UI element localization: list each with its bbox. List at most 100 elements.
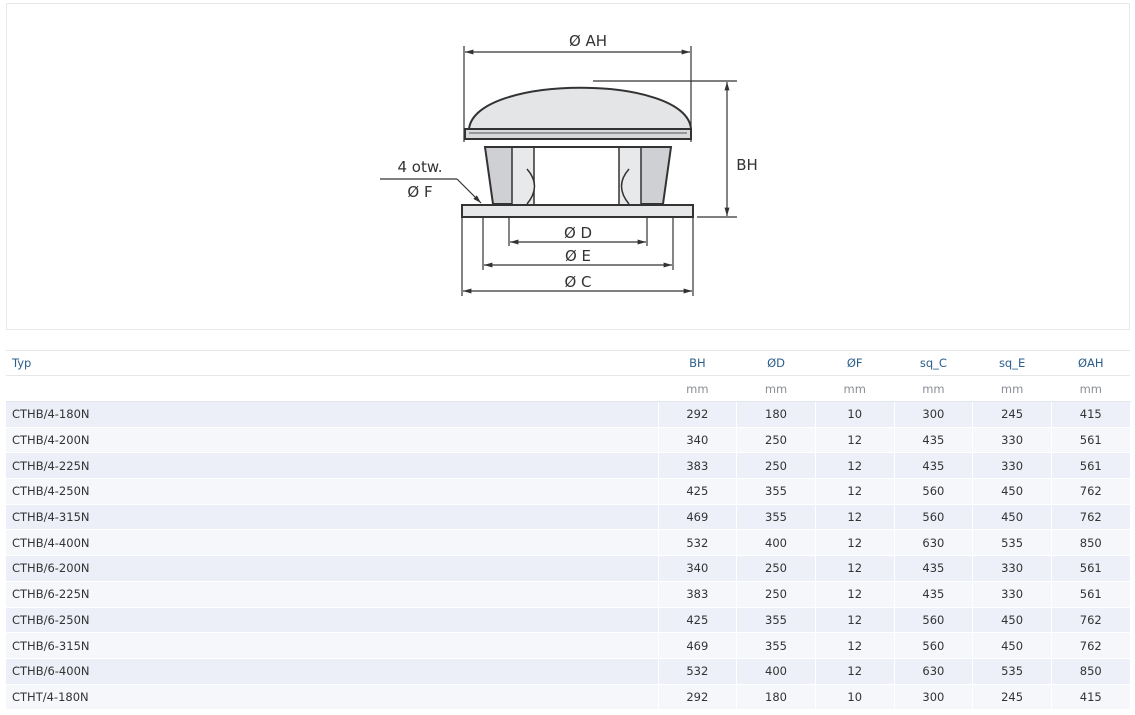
table-row: CTHB/6-250N 425 355 12 560 450 762 [6, 607, 1131, 634]
cell-f: 12 [815, 504, 895, 531]
cell-ah: 762 [1051, 504, 1131, 531]
cell-d: 180 [736, 401, 816, 428]
cell-sq-c: 630 [894, 658, 974, 685]
roof-fan-dimension-drawing: Ø AH BH 4 otw. Ø F Ø D Ø E Ø C [380, 32, 758, 296]
cell-typ: CTHT/4-180N [6, 684, 659, 711]
cell-sq-c: 560 [894, 607, 974, 634]
cell-bh: 383 [658, 452, 738, 480]
cell-sq-c: 435 [894, 581, 974, 608]
table-row: CTHB/6-315N 469 355 12 560 450 762 [6, 632, 1131, 659]
cell-typ: CTHB/4-180N [6, 401, 659, 428]
cell-sq-e: 245 [972, 401, 1052, 428]
cell-ah: 762 [1051, 478, 1131, 505]
cell-ah: 561 [1051, 452, 1131, 480]
dimensions-table: Typ BH ØD ØF sq_C sq_E ØAH mm mm mm mm m… [6, 350, 1131, 711]
cell-d: 400 [736, 529, 816, 557]
cell-sq-c: 435 [894, 452, 974, 480]
label-diameter-c: Ø C [564, 273, 591, 291]
cell-sq-c: 435 [894, 555, 974, 582]
cell-sq-e: 330 [972, 555, 1052, 582]
table-body: CTHB/4-180N 292 180 10 300 245 415 CTHB/4-200N 3… [6, 401, 1131, 711]
technical-drawing-panel: Ø AH BH 4 otw. Ø F Ø D Ø E Ø C [6, 3, 1130, 330]
cell-typ: CTHB/6-315N [6, 632, 659, 659]
cell-f: 12 [815, 529, 895, 557]
cell-bh: 340 [658, 555, 738, 582]
unit-sq-e: mm [972, 375, 1052, 402]
unit-ah: mm [1051, 375, 1131, 402]
cell-sq-c: 630 [894, 529, 974, 557]
cell-d: 400 [736, 658, 816, 685]
cell-sq-e: 245 [972, 684, 1052, 711]
header-ah: ØAH [1051, 350, 1131, 376]
cell-f: 12 [815, 452, 895, 480]
cell-bh: 340 [658, 427, 738, 454]
table-row: CTHB/4-200N 340 250 12 435 330 561 [6, 427, 1131, 454]
cell-sq-e: 535 [972, 529, 1052, 557]
cell-ah: 762 [1051, 632, 1131, 659]
cell-ah: 415 [1051, 401, 1131, 428]
cell-ah: 561 [1051, 427, 1131, 454]
cell-d: 355 [736, 504, 816, 531]
unit-sq-c: mm [894, 375, 973, 402]
table-row: CTHT/4-180N 292 180 10 300 245 415 [6, 684, 1131, 711]
cell-sq-c: 560 [894, 504, 974, 531]
cell-typ: CTHB/4-400N [6, 529, 659, 557]
cell-ah: 561 [1051, 581, 1131, 608]
header-sq-c: sq_C [894, 350, 973, 376]
cell-typ: CTHB/6-250N [6, 607, 659, 634]
cell-sq-c: 560 [894, 632, 974, 659]
cell-bh: 292 [658, 684, 738, 711]
cell-typ: CTHB/6-225N [6, 581, 659, 608]
cell-sq-c: 300 [894, 684, 974, 711]
cell-f: 12 [815, 658, 895, 685]
unit-typ [6, 375, 658, 402]
cell-bh: 532 [658, 529, 738, 557]
cell-ah: 762 [1051, 607, 1131, 634]
cell-sq-e: 450 [972, 504, 1052, 531]
cell-sq-c: 435 [894, 427, 974, 454]
cell-d: 250 [736, 452, 816, 480]
unit-bh: mm [658, 375, 737, 402]
cell-f: 12 [815, 581, 895, 608]
cell-sq-e: 450 [972, 632, 1052, 659]
cell-f: 12 [815, 555, 895, 582]
cell-f: 12 [815, 427, 895, 454]
table-row: CTHB/4-400N 532 400 12 630 535 850 [6, 529, 1131, 557]
label-diameter-ah: Ø AH [569, 32, 607, 50]
cell-f: 12 [815, 632, 895, 659]
cell-f: 12 [815, 478, 895, 505]
table-row: CTHB/6-200N 340 250 12 435 330 561 [6, 555, 1131, 582]
label-height-bh: BH [736, 156, 758, 174]
cell-d: 355 [736, 632, 816, 659]
cell-d: 355 [736, 478, 816, 505]
table-row: CTHB/4-250N 425 355 12 560 450 762 [6, 478, 1131, 505]
cell-sq-e: 535 [972, 658, 1052, 685]
cell-ah: 561 [1051, 555, 1131, 582]
cell-typ: CTHB/4-250N [6, 478, 659, 505]
header-sq-e: sq_E [972, 350, 1052, 376]
unit-d: mm [736, 375, 816, 402]
cell-sq-e: 450 [972, 478, 1052, 505]
cell-f: 10 [815, 401, 895, 428]
label-diameter-d: Ø D [564, 224, 592, 242]
table-row: CTHB/4-180N 292 180 10 300 245 415 [6, 401, 1131, 428]
cell-ah: 415 [1051, 684, 1131, 711]
cell-ah: 850 [1051, 658, 1131, 685]
cell-bh: 425 [658, 607, 738, 634]
cell-d: 355 [736, 607, 816, 634]
table-row: CTHB/4-225N 383 250 12 435 330 561 [6, 452, 1131, 480]
cell-sq-c: 300 [894, 401, 974, 428]
cell-sq-e: 330 [972, 581, 1052, 608]
header-typ: Typ [6, 350, 658, 376]
label-diameter-e: Ø E [565, 247, 591, 265]
cell-sq-c: 560 [894, 478, 974, 505]
table-header-row: Typ BH ØD ØF sq_C sq_E ØAH [6, 350, 1131, 376]
cell-bh: 425 [658, 478, 738, 505]
cell-typ: CTHB/4-315N [6, 504, 659, 531]
cell-d: 250 [736, 555, 816, 582]
cell-typ: CTHB/4-200N [6, 427, 659, 454]
header-d: ØD [736, 350, 816, 376]
table-row: CTHB/6-225N 383 250 12 435 330 561 [6, 581, 1131, 608]
cell-sq-e: 330 [972, 452, 1052, 480]
label-hole-diameter: Ø F [407, 183, 432, 201]
